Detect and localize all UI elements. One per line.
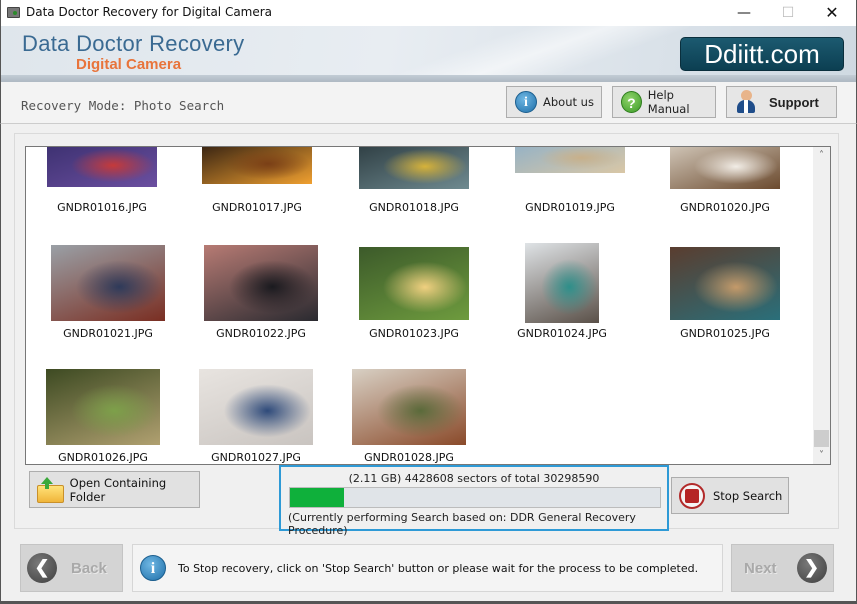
photo-filename: GNDR01023.JPG	[369, 327, 459, 340]
photo-thumbnail-image[interactable]	[51, 245, 165, 321]
stop-icon	[679, 482, 705, 509]
photo-filename: GNDR01027.JPG	[211, 451, 301, 464]
scroll-down-arrow-icon[interactable]: ˅	[813, 447, 830, 464]
photo-thumbnail-item[interactable]: GNDR01026.JPG	[36, 363, 186, 464]
photo-thumbnail-item[interactable]: GNDR01027.JPG	[189, 363, 339, 464]
open-folder-label: Open Containing Folder	[69, 475, 167, 504]
photo-filename: GNDR01025.JPG	[680, 327, 770, 340]
photo-filename: GNDR01022.JPG	[216, 327, 306, 340]
photo-filename: GNDR01018.JPG	[369, 201, 459, 214]
photo-filename: GNDR01021.JPG	[63, 327, 153, 340]
sector-status-text: (2.11 GB) 4428608 sectors of total 30298…	[348, 472, 600, 485]
photo-thumbnail-item[interactable]: GNDR01019.JPG	[495, 147, 645, 249]
photo-filename: GNDR01016.JPG	[57, 201, 147, 214]
photo-thumbnail-item[interactable]: GNDR01025.JPG	[648, 239, 798, 349]
procedure-status-text: (Currently performing Search based on: D…	[288, 511, 636, 537]
photo-filename: GNDR01020.JPG	[680, 201, 770, 214]
photo-thumbnail-item[interactable]: GNDR01028.JPG	[342, 363, 492, 464]
progress-bar-fill	[290, 488, 345, 507]
photo-thumbnail-image[interactable]	[670, 147, 780, 189]
support-person-icon	[737, 90, 755, 114]
back-button[interactable]: ❮ Back	[20, 544, 123, 592]
open-containing-folder-button[interactable]: Open Containing Folder	[29, 471, 200, 508]
window-title: Data Doctor Recovery for Digital Camera	[26, 5, 273, 19]
title-bar: Data Doctor Recovery for Digital Camera …	[0, 0, 857, 26]
recovery-mode-label: Recovery Mode: Photo Search	[21, 98, 225, 113]
about-us-label: About us	[543, 95, 594, 109]
photo-thumbnail-item[interactable]: GNDR01022.JPG	[189, 239, 339, 349]
photo-thumbnail-image[interactable]	[525, 243, 599, 323]
info-icon: i	[140, 555, 166, 581]
scroll-up-arrow-icon[interactable]: ˄	[813, 147, 830, 164]
about-us-button[interactable]: i About us	[506, 86, 602, 118]
photo-thumbnail-image[interactable]	[359, 147, 469, 189]
help-manual-label: Help Manual	[647, 88, 690, 116]
next-arrow-icon: ❯	[796, 553, 827, 583]
photo-thumbnail-item[interactable]: GNDR01023.JPG	[342, 239, 492, 349]
photo-thumbnail-image[interactable]	[515, 147, 625, 173]
photo-thumbnail-image[interactable]	[199, 369, 313, 445]
app-camera-icon	[7, 7, 20, 18]
info-message-bar: i To Stop recovery, click on 'Stop Searc…	[132, 544, 723, 592]
scrollbar-thumb[interactable]	[814, 430, 829, 447]
back-label: Back	[71, 559, 107, 577]
progress-panel: (2.11 GB) 4428608 sectors of total 30298…	[279, 465, 669, 537]
photo-thumbnail-item[interactable]: GNDR01016.JPG	[36, 147, 186, 249]
photo-filename: GNDR01019.JPG	[525, 201, 615, 214]
photo-thumbnail-image[interactable]	[204, 245, 318, 321]
mode-bar: Recovery Mode: Photo Search i About us ?…	[0, 82, 857, 124]
progress-bar	[289, 487, 661, 508]
photo-thumbnail-image[interactable]	[202, 147, 312, 184]
minimize-button[interactable]: —	[721, 0, 767, 26]
photo-thumbnail-item[interactable]: GNDR01024.JPG	[495, 239, 645, 349]
photo-gallery[interactable]: GNDR01016.JPG GNDR01017.JPG GNDR01018.JPG G…	[25, 146, 831, 465]
photo-filename: GNDR01017.JPG	[212, 201, 302, 214]
help-icon: ?	[621, 91, 642, 113]
photo-filename: GNDR01028.JPG	[364, 451, 454, 464]
photo-thumbnail-image[interactable]	[46, 369, 160, 445]
window-border-left	[0, 124, 1, 604]
next-button[interactable]: Next ❯	[731, 544, 834, 592]
vertical-scrollbar[interactable]: ˄ ˅	[813, 147, 830, 464]
info-message-text: To Stop recovery, click on 'Stop Search'…	[178, 561, 699, 575]
photo-thumbnail-item[interactable]: GNDR01018.JPG	[342, 147, 492, 249]
stop-search-button[interactable]: Stop Search	[671, 477, 789, 514]
maximize-button[interactable]: ☐	[765, 0, 811, 26]
ddiitt-logo[interactable]: Ddiitt.com	[680, 37, 844, 71]
help-manual-button[interactable]: ? Help Manual	[612, 86, 716, 118]
info-icon: i	[515, 91, 537, 113]
photo-thumbnail-item[interactable]: GNDR01021.JPG	[36, 239, 186, 349]
back-arrow-icon: ❮	[27, 553, 57, 583]
brand-subtitle: Digital Camera	[76, 56, 182, 73]
next-label: Next	[744, 559, 777, 577]
brand-title: Data Doctor Recovery	[22, 31, 245, 56]
photo-filename: GNDR01026.JPG	[58, 451, 148, 464]
photo-thumbnail-item[interactable]: GNDR01020.JPG	[648, 147, 798, 249]
support-button[interactable]: Support	[726, 86, 837, 118]
photo-thumbnail-image[interactable]	[352, 369, 466, 445]
close-button[interactable]: ✕	[809, 0, 855, 26]
photo-thumbnail-image[interactable]	[359, 247, 469, 320]
photo-thumbnail-image[interactable]	[670, 247, 780, 320]
photo-thumbnail-item[interactable]: GNDR01017.JPG	[189, 147, 339, 249]
header-banner: Data Doctor Recovery Digital Camera Ddii…	[0, 26, 857, 82]
folder-open-icon	[37, 476, 64, 503]
support-label: Support	[769, 94, 819, 110]
photo-thumbnail-image[interactable]	[47, 147, 157, 187]
stop-search-label: Stop Search	[713, 488, 783, 503]
photo-filename: GNDR01024.JPG	[517, 327, 607, 340]
